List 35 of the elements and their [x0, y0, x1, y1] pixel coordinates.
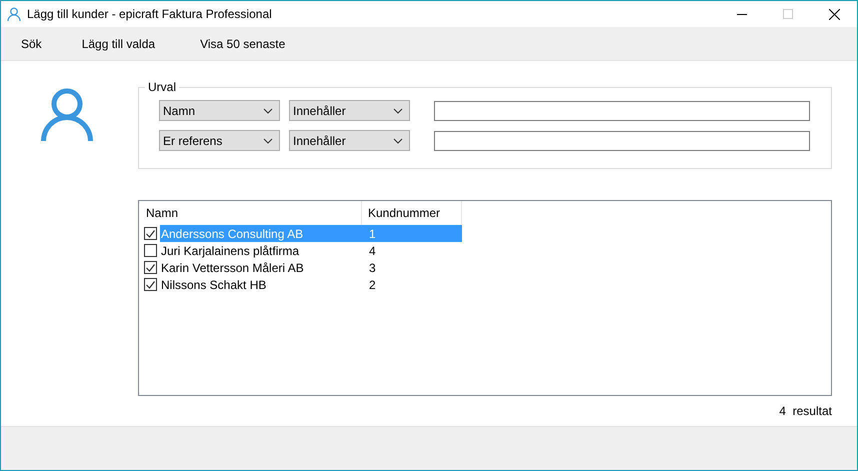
checkbox[interactable]: [144, 261, 157, 274]
checkbox[interactable]: [144, 227, 157, 240]
toolbar-button[interactable]: Sök: [21, 34, 42, 52]
window-title: Lägg till kunder - epicraft Faktura Professional: [27, 6, 272, 23]
checkbox[interactable]: [144, 278, 157, 291]
chevron-down-icon: [393, 138, 403, 144]
table-row[interactable]: Nilssons Schakt HB 2: [160, 276, 462, 293]
table-cell-text: Anderssons Consulting AB: [160, 226, 304, 242]
user-icon: [41, 88, 93, 142]
dropdown[interactable]: Er referens: [159, 130, 280, 151]
user-icon: [7, 7, 21, 21]
toolbar-button[interactable]: Lägg till valda: [82, 34, 156, 52]
table-row[interactable]: Juri Karjalainens plåtfirma 4: [160, 242, 462, 259]
chevron-down-icon: [393, 108, 403, 114]
close-icon: [828, 8, 840, 20]
result-count: 4 resultat: [779, 403, 832, 420]
group-title: Urval: [147, 79, 178, 96]
dropdown[interactable]: Innehåller: [289, 130, 410, 151]
table-cell-text: Juri Karjalainens plåtfirma: [160, 242, 300, 260]
chevron-down-icon: [263, 138, 273, 144]
dropdown[interactable]: Innehåller: [289, 100, 410, 121]
table-cell-text: Nilssons Schakt HB: [160, 276, 268, 294]
table-cell-text: 3: [368, 260, 376, 276]
input-field[interactable]: [434, 130, 810, 150]
table-cell-text: 2: [368, 276, 376, 294]
maximize-icon: [783, 9, 793, 19]
chevron-down-icon: [263, 108, 273, 114]
input-field[interactable]: [434, 100, 810, 120]
table-cell-text: 1: [368, 226, 376, 242]
checkbox[interactable]: [144, 244, 157, 257]
dropdown[interactable]: Namn: [159, 100, 280, 121]
table-cell-text: Karin Vettersson Måleri AB: [160, 260, 305, 276]
table-cell-text: 4: [368, 242, 376, 260]
table-row[interactable]: Karin Vettersson Måleri AB 3: [160, 259, 462, 276]
toolbar-button[interactable]: Visa 50 senaste: [200, 34, 286, 52]
